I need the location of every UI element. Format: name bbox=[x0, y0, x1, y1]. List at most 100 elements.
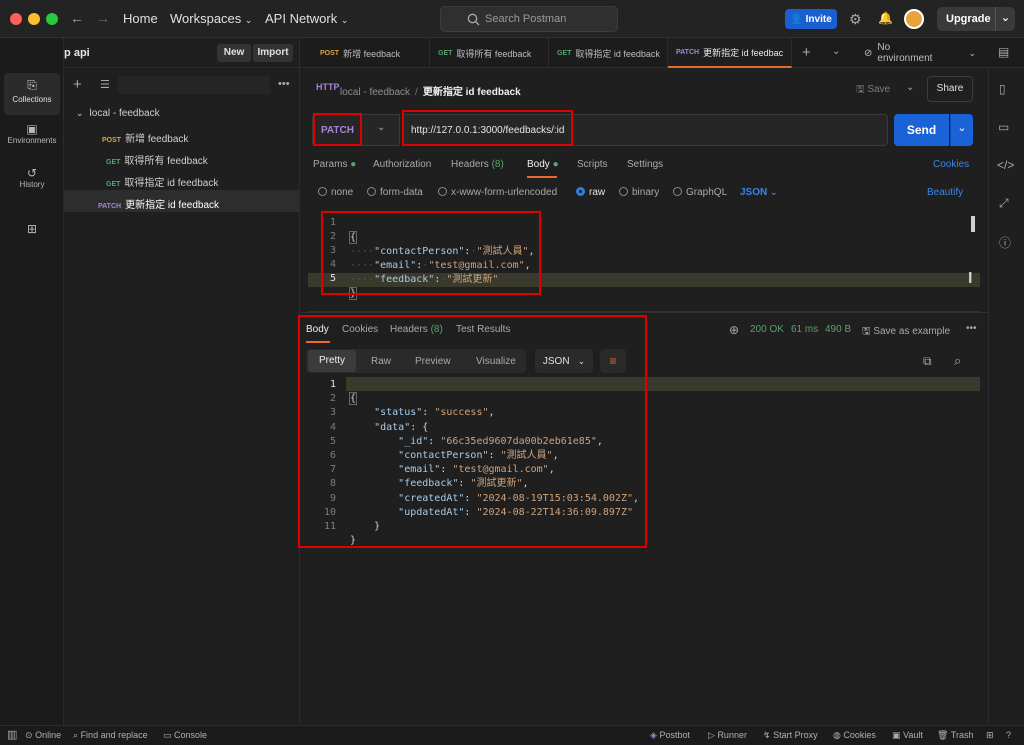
sidebar-item-get-all[interactable]: GET 取得所有 feedback bbox=[106, 152, 208, 167]
format-label: JSON bbox=[740, 187, 768, 198]
response-size[interactable]: 490 B bbox=[825, 324, 851, 335]
rail-item-collections[interactable]: ⎘ Collections bbox=[4, 73, 60, 115]
pane-divider[interactable] bbox=[300, 312, 988, 313]
copy-icon[interactable]: ⧉ bbox=[923, 354, 932, 369]
chevron-down-icon[interactable]: ⌄ bbox=[906, 82, 914, 93]
body-format-select[interactable]: JSON ⌄ bbox=[740, 187, 778, 198]
sidebar-toggle-icon[interactable]: ▥ bbox=[7, 728, 17, 741]
invite-button[interactable]: 👤 Invite bbox=[785, 9, 837, 29]
sidebar-item-post[interactable]: POST 新增 feedback bbox=[102, 130, 188, 145]
nav-workspaces[interactable]: Workspaces ⌄ bbox=[170, 11, 252, 26]
comments-icon[interactable]: ▭ bbox=[998, 120, 1009, 134]
response-time[interactable]: 61 ms bbox=[791, 324, 818, 335]
vault-label: Vault bbox=[903, 730, 923, 740]
trash-button[interactable]: 🗑 Trash bbox=[937, 730, 973, 741]
http-icon: HTTP bbox=[316, 82, 340, 92]
search-icon[interactable]: ⌕ bbox=[954, 353, 961, 369]
radio-none[interactable]: none bbox=[318, 187, 353, 198]
runner-icon: ▷ bbox=[708, 730, 715, 740]
filter-icon[interactable]: ☰ bbox=[100, 78, 110, 91]
tab-patch-active[interactable]: PATCH 更新指定 id feedbac bbox=[668, 38, 792, 68]
method-badge: GET bbox=[106, 181, 121, 188]
radio-label: binary bbox=[632, 187, 660, 198]
globe-icon[interactable]: ⊕ bbox=[729, 323, 739, 337]
minimize-window-button[interactable] bbox=[28, 13, 40, 25]
trash-icon: 🗑 bbox=[937, 730, 949, 740]
new-tab-plus-icon[interactable]: + bbox=[802, 44, 811, 61]
nav-home[interactable]: Home bbox=[123, 11, 158, 26]
radio-urlencoded[interactable]: x-www-form-urlencoded bbox=[438, 187, 557, 198]
search-icon: ⌕ bbox=[73, 730, 79, 740]
rail-item-environments[interactable]: ▣ Environments bbox=[4, 122, 60, 145]
collection-name: local - feedback bbox=[89, 108, 160, 119]
collection-folder[interactable]: ⌄ local - feedback bbox=[76, 108, 160, 119]
avatar[interactable] bbox=[904, 9, 924, 29]
bell-icon[interactable]: 🔔 bbox=[878, 11, 893, 25]
cookies-label: Cookies bbox=[843, 730, 876, 740]
info-icon[interactable]: ⓘ bbox=[999, 234, 1011, 251]
help-icon[interactable]: ? bbox=[1006, 730, 1011, 740]
documentation-icon[interactable]: ▯ bbox=[999, 82, 1006, 96]
sidebar-search-input[interactable] bbox=[118, 76, 270, 94]
tab-scripts[interactable]: Scripts bbox=[577, 159, 608, 170]
vault-button[interactable]: ▣ Vault bbox=[892, 730, 923, 741]
more-icon[interactable]: ••• bbox=[966, 323, 977, 334]
grid-apps-icon[interactable]: ⊞ bbox=[4, 222, 60, 236]
tab-settings[interactable]: Settings bbox=[627, 159, 663, 170]
cookies-button[interactable]: ◍ Cookies bbox=[833, 730, 876, 741]
save-example-label: Save as example bbox=[873, 326, 951, 337]
start-proxy-button[interactable]: ↯ Start Proxy bbox=[763, 730, 818, 741]
layout-icon[interactable]: ⊞ bbox=[986, 730, 994, 741]
import-button[interactable]: Import bbox=[253, 44, 293, 62]
tab-get-all[interactable]: GET 取得所有 feedback bbox=[430, 38, 549, 68]
send-button[interactable]: Send bbox=[894, 114, 949, 146]
send-options-chevron-icon[interactable]: ⌄ bbox=[950, 114, 973, 146]
back-arrow-icon[interactable]: ← bbox=[70, 10, 84, 26]
chevron-down-icon[interactable]: ⌄ bbox=[832, 46, 840, 57]
console-button[interactable]: ▭ Console bbox=[163, 730, 207, 741]
radio-label: GraphQL bbox=[686, 187, 728, 198]
code-icon[interactable]: </> bbox=[997, 158, 1014, 172]
save-button[interactable]: 🖫 Save bbox=[856, 82, 890, 99]
breadcrumb-collection[interactable]: local - feedback bbox=[340, 87, 410, 98]
beautify-link[interactable]: Beautify bbox=[927, 187, 963, 198]
runner-button[interactable]: ▷ Runner bbox=[708, 730, 747, 741]
search-input[interactable]: Search Postman bbox=[440, 6, 618, 32]
tab-post[interactable]: POST 新增 feedback bbox=[312, 38, 430, 68]
rail-item-history[interactable]: ↺ History bbox=[4, 166, 60, 189]
invite-label: Invite bbox=[805, 13, 832, 25]
more-icon[interactable]: ••• bbox=[278, 78, 290, 90]
editor-scrollbar[interactable] bbox=[971, 216, 975, 232]
status-badge[interactable]: 200 OK bbox=[750, 324, 784, 335]
radio-graphql[interactable]: GraphQL bbox=[673, 187, 727, 198]
find-replace-button[interactable]: ⌕ Find and replace bbox=[73, 730, 148, 741]
close-window-button[interactable] bbox=[10, 13, 22, 25]
radio-raw[interactable]: raw bbox=[576, 187, 605, 198]
zoom-window-button[interactable] bbox=[46, 13, 58, 25]
new-button[interactable]: New bbox=[217, 44, 251, 62]
save-as-example-button[interactable]: 🖫 Save as example bbox=[862, 324, 950, 341]
cookies-link[interactable]: Cookies bbox=[933, 159, 969, 170]
environment-quicklook-icon[interactable]: ▤ bbox=[998, 45, 1009, 59]
radio-binary[interactable]: binary bbox=[619, 187, 659, 198]
tab-body-active[interactable]: Body ● bbox=[527, 159, 559, 170]
upgrade-button[interactable]: Upgrade ⌄ bbox=[937, 7, 1015, 31]
tab-headers[interactable]: Headers (8) bbox=[451, 159, 504, 170]
share-button[interactable]: Share bbox=[927, 76, 973, 102]
sidebar-item-patch[interactable]: PATCH 更新指定 id feedback bbox=[98, 196, 219, 211]
tab-authorization[interactable]: Authorization bbox=[373, 159, 431, 170]
environment-selector[interactable]: ⊘ No environment ⌄ bbox=[864, 42, 976, 64]
related-icon[interactable]: ⤢ bbox=[999, 196, 1009, 211]
nav-api-network[interactable]: API Network ⌄ bbox=[265, 11, 348, 26]
postbot-button[interactable]: ◈ Postbot bbox=[650, 730, 690, 741]
tab-get-one[interactable]: GET 取得指定 id feedback bbox=[549, 38, 668, 68]
forward-arrow-icon[interactable]: → bbox=[96, 10, 110, 26]
radio-form-data[interactable]: form-data bbox=[367, 187, 423, 198]
online-status[interactable]: ⊙ Online bbox=[25, 730, 61, 741]
chevron-down-icon[interactable]: ⌄ bbox=[995, 7, 1015, 31]
sidebar-item-get-one[interactable]: GET 取得指定 id feedback bbox=[106, 174, 218, 189]
plus-icon[interactable]: + bbox=[73, 76, 82, 93]
trash-label: Trash bbox=[950, 730, 974, 740]
gear-icon[interactable]: ⚙ bbox=[849, 11, 862, 28]
tab-params[interactable]: Params ● bbox=[313, 159, 356, 170]
